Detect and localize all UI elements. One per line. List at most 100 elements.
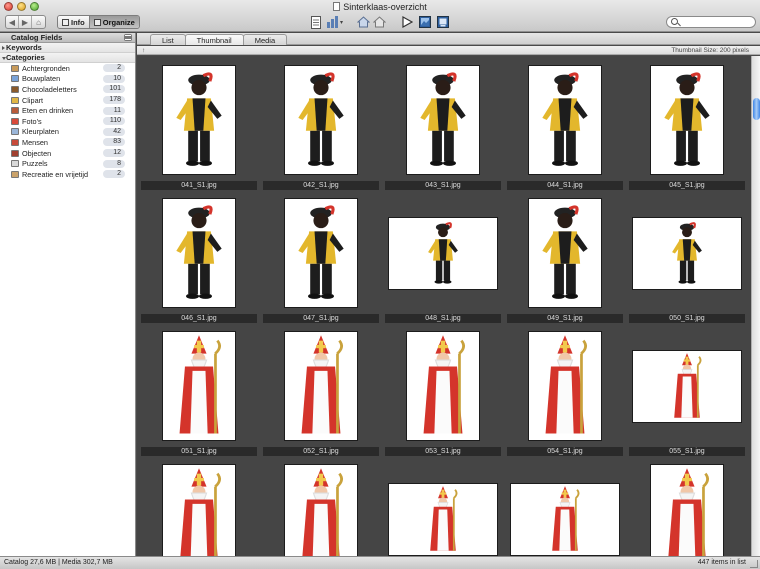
thumbnail-image[interactable] <box>284 464 358 556</box>
category-icon <box>11 75 19 83</box>
category-count-badge: 2 <box>103 170 125 179</box>
category-item[interactable]: Eten en drinken 11 <box>0 105 135 116</box>
thumbnail-image[interactable] <box>284 198 358 308</box>
document-info-button[interactable] <box>310 14 322 30</box>
category-icon <box>11 170 19 178</box>
thumbnail-cell[interactable]: 044_S1.jpg <box>505 58 625 190</box>
thumbnail-cell[interactable]: 052_S1.jpg <box>261 324 381 456</box>
thumbnail-cell[interactable]: 053_S1.jpg <box>383 324 503 456</box>
category-count-badge: 11 <box>103 106 125 115</box>
thumbnail-cell[interactable] <box>505 457 625 556</box>
tab-thumbnail[interactable]: Thumbnail <box>184 34 244 45</box>
vertical-scrollbar[interactable] <box>751 56 760 556</box>
category-item[interactable]: Foto's 110 <box>0 116 135 127</box>
thumbnail-cell[interactable]: 050_S1.jpg <box>627 191 747 323</box>
catalog-home-button[interactable] <box>356 14 370 30</box>
thumbnail-frame <box>143 328 255 444</box>
thumbnail-image[interactable] <box>284 331 358 441</box>
thumbnail-frame <box>265 62 377 178</box>
category-icon <box>11 149 19 157</box>
thumbnail-image[interactable] <box>528 198 602 308</box>
tab-media[interactable]: Media <box>242 34 288 45</box>
thumbnail-image[interactable] <box>162 198 236 308</box>
thumbnail-cell[interactable] <box>627 457 747 556</box>
organize-mode-button[interactable]: Organize <box>88 16 139 28</box>
thumbnail-image[interactable] <box>406 331 480 441</box>
thumbnail-frame <box>265 195 377 311</box>
thumbnail-image[interactable] <box>528 331 602 441</box>
category-item[interactable]: Mensen 83 <box>0 137 135 148</box>
search-field[interactable] <box>666 16 756 28</box>
thumbnail-cell[interactable] <box>383 457 503 556</box>
thumbnail-cell[interactable]: 055_S1.jpg <box>627 324 747 456</box>
thumbnail-cell[interactable]: 042_S1.jpg <box>261 58 381 190</box>
thumbnail-cell[interactable] <box>261 457 381 556</box>
thumbnail-cell[interactable] <box>139 457 259 556</box>
categories-group[interactable]: Categories <box>0 53 135 63</box>
back-button[interactable]: ◀ <box>6 16 19 28</box>
category-count-badge: 10 <box>103 74 125 83</box>
thumbnail-image[interactable] <box>284 65 358 175</box>
light-table-button[interactable] <box>418 14 432 30</box>
home-button[interactable]: ⌂ <box>32 16 45 28</box>
sidebar-menu-button[interactable] <box>124 34 132 41</box>
category-label: Chocoladeletters <box>22 84 77 94</box>
resize-grip[interactable] <box>750 560 758 568</box>
thumbnail-filename: 055_S1.jpg <box>629 447 745 456</box>
thumbnail-image[interactable] <box>162 464 236 556</box>
thumbnail-frame <box>509 195 621 311</box>
category-item[interactable]: Bouwplaten 10 <box>0 74 135 85</box>
mode-switcher: Info Organize <box>57 15 140 29</box>
thumbnail-cell[interactable]: 041_S1.jpg <box>139 58 259 190</box>
thumbnail-image[interactable] <box>632 349 742 423</box>
thumbnail-image[interactable] <box>510 482 620 556</box>
tab-list[interactable]: List <box>150 34 186 45</box>
thumbnail-cell[interactable]: 048_S1.jpg <box>383 191 503 323</box>
thumbnail-image[interactable] <box>162 65 236 175</box>
thumbnail-frame <box>143 62 255 178</box>
thumbnail-frame <box>631 195 743 311</box>
category-item[interactable]: Kleurplaten 42 <box>0 127 135 138</box>
thumbnail-cell[interactable]: 054_S1.jpg <box>505 324 625 456</box>
thumbnail-image[interactable] <box>162 331 236 441</box>
catalog-home-alt-button[interactable] <box>372 14 386 30</box>
slideshow-play-button[interactable] <box>400 14 414 30</box>
chart-view-button[interactable] <box>325 14 345 30</box>
thumbnail-frame <box>509 328 621 444</box>
category-label: Eten en drinken <box>22 106 74 116</box>
item-count-status: 447 items in list <box>697 559 746 566</box>
category-item[interactable]: Achtergronden 2 <box>0 63 135 74</box>
thumbnail-image[interactable] <box>388 482 498 556</box>
thumbnail-frame <box>631 62 743 178</box>
thumbnail-image[interactable] <box>632 216 742 290</box>
category-item[interactable]: Puzzels 8 <box>0 158 135 169</box>
thumbnail-cell[interactable]: 047_S1.jpg <box>261 191 381 323</box>
media-view-button[interactable] <box>436 14 450 30</box>
forward-button[interactable]: ▶ <box>19 16 32 28</box>
back-arrow-icon: ◀ <box>8 17 16 27</box>
thumbnail-image[interactable] <box>650 464 724 556</box>
category-item[interactable]: Objecten 12 <box>0 148 135 159</box>
category-item[interactable]: Chocoladeletters 101 <box>0 84 135 95</box>
scrollbar-thumb[interactable] <box>753 98 760 120</box>
thumbnail-cell[interactable]: 045_S1.jpg <box>627 58 747 190</box>
thumbnail-image[interactable] <box>650 65 724 175</box>
keywords-group[interactable]: Keywords <box>0 43 135 53</box>
category-item[interactable]: Clipart 178 <box>0 95 135 106</box>
search-input[interactable] <box>681 17 753 27</box>
thumbnail-cell[interactable]: 043_S1.jpg <box>383 58 503 190</box>
category-item[interactable]: Recreatie en vrijetijd 2 <box>0 169 135 180</box>
thumbnail-image[interactable] <box>406 65 480 175</box>
sort-order-indicator[interactable]: ↑ <box>142 46 145 55</box>
thumbnail-cell[interactable]: 046_S1.jpg <box>139 191 259 323</box>
info-mode-button[interactable]: Info <box>58 16 89 28</box>
thumbnail-cell[interactable]: 049_S1.jpg <box>505 191 625 323</box>
thumbnail-filename: 043_S1.jpg <box>385 181 501 190</box>
category-label: Recreatie en vrijetijd <box>22 169 89 179</box>
thumbnail-cell[interactable]: 051_S1.jpg <box>139 324 259 456</box>
thumbnail-image[interactable] <box>388 216 498 290</box>
thumbnail-filename: 045_S1.jpg <box>629 181 745 190</box>
sidebar-header: Catalog Fields <box>0 33 135 43</box>
thumbnail-image[interactable] <box>528 65 602 175</box>
categories-label: Categories <box>6 53 45 62</box>
